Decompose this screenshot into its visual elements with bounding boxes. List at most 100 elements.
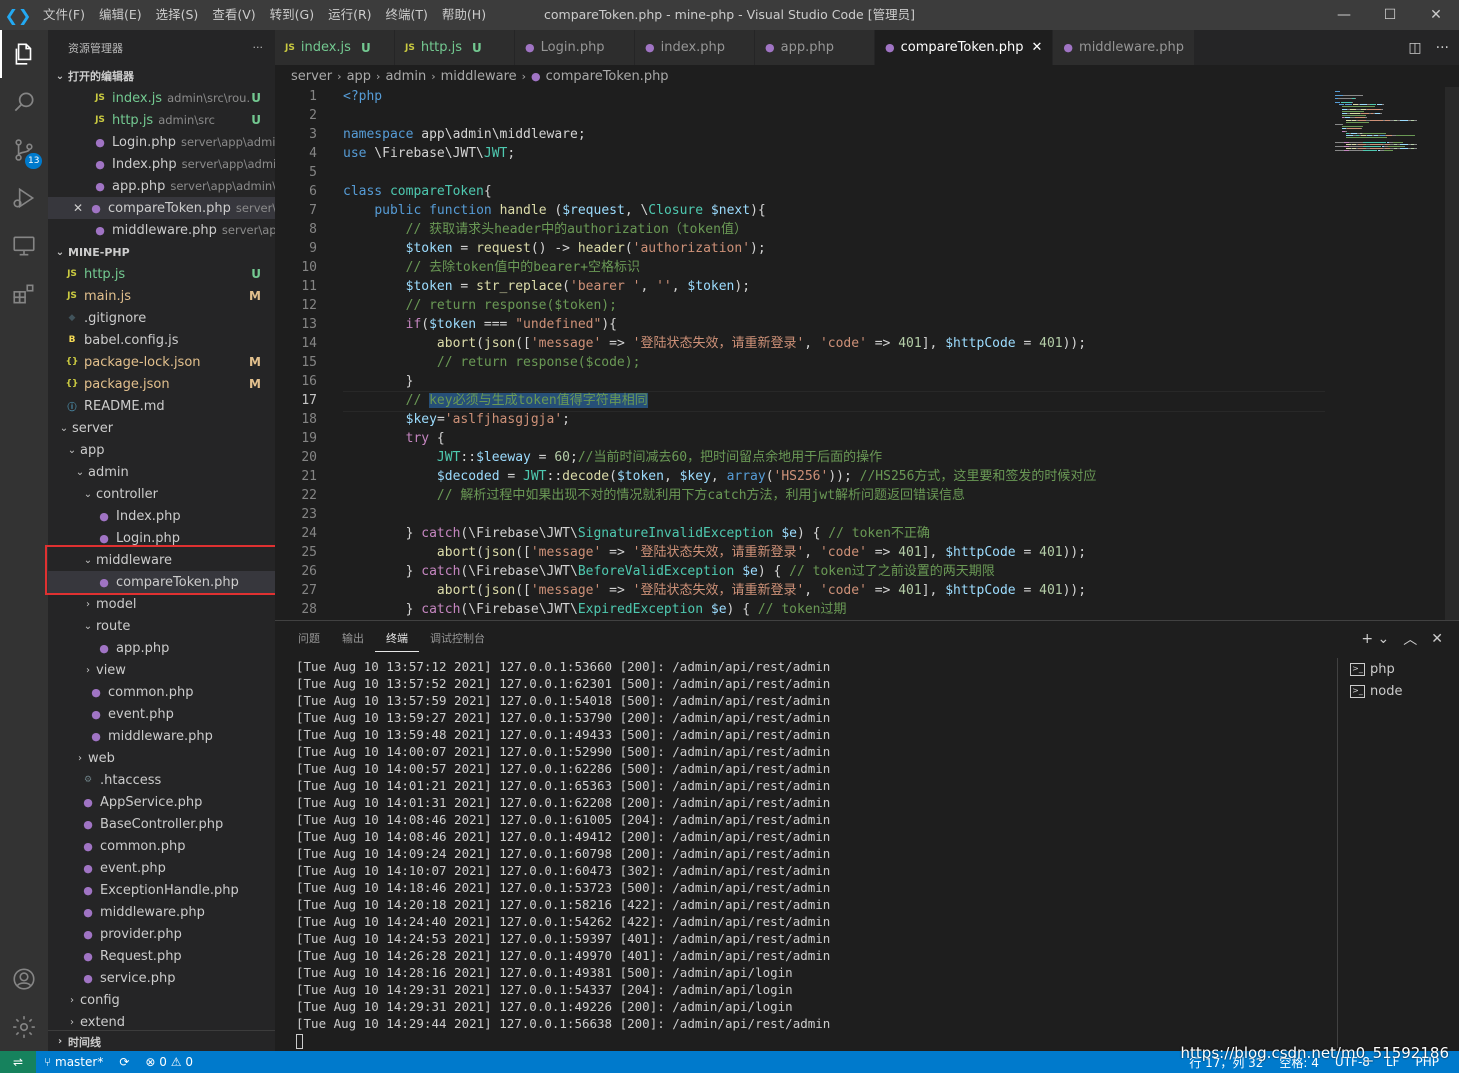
code-line[interactable]: 23	[275, 505, 1325, 524]
code-line[interactable]: 13 if($token === "undefined"){	[275, 315, 1325, 334]
breadcrumb-item[interactable]: middleware	[441, 69, 517, 84]
file-item[interactable]: ● ExceptionHandle.php	[48, 879, 275, 901]
file-item[interactable]: ● common.php	[48, 681, 275, 703]
open-editor-item[interactable]: ● app.php server\app\admin\...	[48, 175, 275, 197]
file-item[interactable]: ⚙ .htaccess	[48, 769, 275, 791]
code-line[interactable]: 6 class compareToken{	[275, 182, 1325, 201]
code-line[interactable]: 9 $token = request() -> header('authoriz…	[275, 239, 1325, 258]
problems-status[interactable]: ⊗ 0 ⚠ 0	[137, 1055, 201, 1069]
close-tab-icon[interactable]: ✕	[1032, 40, 1043, 55]
panel-tab[interactable]: 问题	[287, 621, 331, 656]
folder-item[interactable]: ⌄ server	[48, 417, 275, 439]
open-editor-item[interactable]: ● middleware.php server\app...	[48, 219, 275, 241]
code-line[interactable]: 11 $token = str_replace('bearer ', '', $…	[275, 277, 1325, 296]
menu-item-7[interactable]: 帮助(H)	[435, 0, 493, 30]
editor-scrollbar[interactable]	[1445, 87, 1459, 620]
code-line[interactable]: 3 namespace app\admin\middleware;	[275, 125, 1325, 144]
code-line[interactable]: 21 $decoded = JWT::decode($token, $key, …	[275, 467, 1325, 486]
terminal-instance[interactable]: >_ node	[1350, 680, 1459, 702]
code-line[interactable]: 22 // 解析过程中如果出现不对的情况就利用下方catch方法，利用jwt解析…	[275, 486, 1325, 505]
file-item[interactable]: ● Index.php	[48, 505, 275, 527]
maximize-panel-icon[interactable]: ︿	[1403, 629, 1417, 649]
code-line[interactable]: 26 } catch(\Firebase\JWT\BeforeValidExce…	[275, 562, 1325, 581]
panel-tab[interactable]: 调试控制台	[419, 621, 496, 656]
accounts-icon[interactable]	[0, 955, 48, 1003]
more-actions-icon[interactable]: ···	[1436, 40, 1449, 56]
file-item[interactable]: JS main.js M	[48, 285, 275, 307]
file-item[interactable]: {} package.json M	[48, 373, 275, 395]
code-line[interactable]: 25 abort(json(['message' => '登陆状态失效，请重新登…	[275, 543, 1325, 562]
panel-tab[interactable]: 输出	[331, 621, 375, 656]
code-line[interactable]: 1 <?php	[275, 87, 1325, 106]
code-line[interactable]: 24 } catch(\Firebase\JWT\SignatureInvali…	[275, 524, 1325, 543]
file-item[interactable]: ● BaseController.php	[48, 813, 275, 835]
menu-item-1[interactable]: 编辑(E)	[92, 0, 149, 30]
open-editor-item[interactable]: ● Login.php server\app\admi...	[48, 131, 275, 153]
editor-tab[interactable]: ● middleware.php	[1053, 30, 1195, 65]
file-item[interactable]: ● AppService.php	[48, 791, 275, 813]
editor-tab[interactable]: ● app.php	[755, 30, 875, 65]
code-line[interactable]: 16 }	[275, 372, 1325, 391]
search-icon[interactable]	[0, 78, 48, 126]
file-item[interactable]: JS http.js U	[48, 263, 275, 285]
more-actions-icon[interactable]: ···	[253, 41, 264, 54]
timeline-header[interactable]: › 时间线	[48, 1030, 275, 1052]
file-item[interactable]: ● app.php	[48, 637, 275, 659]
new-terminal-icon[interactable]: + ⌄	[1361, 631, 1389, 647]
code-line[interactable]: 19 try {	[275, 429, 1325, 448]
explorer-icon[interactable]	[0, 30, 48, 78]
folder-item[interactable]: › model	[48, 593, 275, 615]
minimap[interactable]	[1335, 87, 1445, 187]
open-editor-item[interactable]: ● Index.php server\app\admi...	[48, 153, 275, 175]
code-line[interactable]: 12 // return response($token);	[275, 296, 1325, 315]
folder-item[interactable]: ⌄ controller	[48, 483, 275, 505]
code-line[interactable]: 4 use \Firebase\JWT\JWT;	[275, 144, 1325, 163]
file-item[interactable]: ● service.php	[48, 967, 275, 989]
extensions-icon[interactable]	[0, 270, 48, 318]
remote-icon[interactable]: ⇌	[0, 1051, 36, 1073]
code-line[interactable]: 2	[275, 106, 1325, 125]
remote-explorer-icon[interactable]	[0, 222, 48, 270]
open-editor-item[interactable]: JS index.js admin\src\rou... U	[48, 87, 275, 109]
file-item[interactable]: ● provider.php	[48, 923, 275, 945]
breadcrumb-item[interactable]: app	[347, 69, 371, 84]
close-window-icon[interactable]: ✕	[1413, 0, 1459, 30]
folder-item[interactable]: ⌄ middleware	[48, 549, 275, 571]
minimize-icon[interactable]: —	[1321, 0, 1367, 30]
split-editor-icon[interactable]: ◫	[1408, 40, 1421, 56]
code-line[interactable]: 18 $key='aslfjhasgjgja';	[275, 410, 1325, 429]
editor-tab[interactable]: JS http.js U	[395, 30, 515, 65]
terminal-instance[interactable]: >_ php	[1350, 658, 1459, 680]
breadcrumb-item[interactable]: server	[291, 69, 332, 84]
file-item[interactable]: ● Request.php	[48, 945, 275, 967]
editor-tab[interactable]: ● compareToken.php ✕	[875, 30, 1054, 65]
open-editor-item[interactable]: ✕ ● compareToken.php server\...	[48, 197, 275, 219]
file-item[interactable]: ● Login.php	[48, 527, 275, 549]
sync-icon[interactable]: ⟳	[111, 1055, 137, 1069]
source-control-icon[interactable]: 13	[0, 126, 48, 174]
folder-item[interactable]: ⌄ admin	[48, 461, 275, 483]
breadcrumb-item[interactable]: admin	[385, 69, 426, 84]
code-line[interactable]: 15 // return response($code);	[275, 353, 1325, 372]
menu-item-6[interactable]: 终端(T)	[379, 0, 435, 30]
code-line[interactable]: 28 } catch(\Firebase\JWT\ExpiredExceptio…	[275, 600, 1325, 619]
folder-item[interactable]: › config	[48, 989, 275, 1011]
code-line[interactable]: 5	[275, 163, 1325, 182]
editor-tab[interactable]: JS index.js U	[275, 30, 395, 65]
code-line[interactable]: 17 // key必须与生成token值得字符串相同	[275, 391, 1325, 412]
breadcrumb-item[interactable]: compareToken.php	[546, 69, 669, 84]
menu-item-3[interactable]: 查看(V)	[205, 0, 262, 30]
menu-item-5[interactable]: 运行(R)	[321, 0, 378, 30]
file-item[interactable]: Bbabel.config.js	[48, 329, 275, 351]
file-item[interactable]: ● compareToken.php	[48, 571, 275, 593]
file-item[interactable]: ◆ .gitignore	[48, 307, 275, 329]
code-editor[interactable]: 1 <?php 2 3 namespace app\admin\middleware; 4…	[275, 87, 1459, 620]
file-item[interactable]: ● event.php	[48, 703, 275, 725]
maximize-icon[interactable]: ☐	[1367, 0, 1413, 30]
close-icon[interactable]: ✕	[70, 201, 86, 215]
folder-item[interactable]: ⌄ app	[48, 439, 275, 461]
code-line[interactable]: 27 abort(json(['message' => '登陆状态失效，请重新登…	[275, 581, 1325, 600]
close-panel-icon[interactable]: ✕	[1431, 631, 1443, 647]
file-item[interactable]: ● event.php	[48, 857, 275, 879]
file-item[interactable]: ⓘ README.md	[48, 395, 275, 417]
